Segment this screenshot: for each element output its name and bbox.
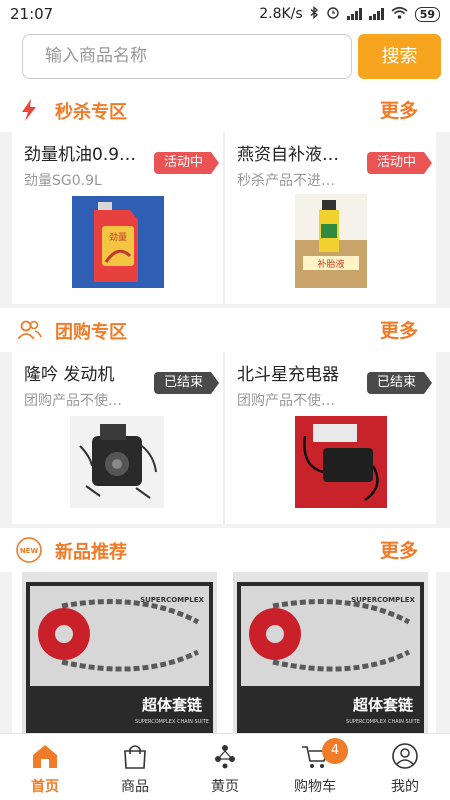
box-subtitle: SUPERCOMPLEX CHAIN SUITE <box>346 719 420 725</box>
product-image-chain-kit: SUPERCOMPLEX 超体套链 SUPERCOMPLEX CHAIN SUI… <box>22 572 217 736</box>
box-subtitle: SUPERCOMPLEX CHAIN SUITE <box>135 719 209 725</box>
tab-cart[interactable]: 4 购物车 <box>270 734 360 800</box>
tab-home[interactable]: 首页 <box>0 734 90 800</box>
product-subtitle: 劲量SG0.9L <box>24 173 102 189</box>
search-input[interactable]: 输入商品名称 <box>22 34 352 79</box>
user-icon <box>392 743 418 769</box>
network-icon <box>215 745 235 769</box>
alarm-icon <box>326 5 340 23</box>
product-subtitle: 秒杀产品不进… <box>237 173 335 189</box>
lightning-icon <box>22 99 36 121</box>
tab-label: 首页 <box>31 779 59 795</box>
tab-products[interactable]: 商品 <box>90 734 180 800</box>
brand-text: SUPERCOMPLEX <box>140 596 204 604</box>
signal-icon <box>346 8 362 20</box>
product-name: 燕资自补液… <box>237 145 339 165</box>
product-name: 北斗星充电器 <box>237 365 339 385</box>
status-badge: 活动中 <box>366 152 433 174</box>
network-speed: 2.8K/s <box>259 6 303 22</box>
flash-sale-header: 秒杀专区 更多 <box>0 88 450 132</box>
product-image-chain-kit: SUPERCOMPLEX 超体套链 SUPERCOMPLEX CHAIN SUI… <box>233 572 428 736</box>
group-icon <box>17 320 42 340</box>
tab-label: 黄页 <box>211 779 239 795</box>
new-product-card[interactable]: SUPERCOMPLEX 超体套链 SUPERCOMPLEX CHAIN SUI… <box>22 572 217 736</box>
wifi-icon <box>391 6 408 23</box>
flash-sale-card[interactable]: 燕资自补液… 秒杀产品不进… 活动中 补胎液 <box>225 132 436 304</box>
box-title: 超体套链 <box>141 696 203 714</box>
new-products-panel: SUPERCOMPLEX 超体套链 SUPERCOMPLEX CHAIN SUI… <box>12 572 436 736</box>
cart-count-badge: 4 <box>322 738 348 764</box>
status-icons: 2.8K/s 59 <box>259 5 440 23</box>
signal-icon-2 <box>368 8 384 20</box>
group-buy-panel: 隆吟 发动机 团购产品不使… 已结束 北斗星充电器 团购产品不使… 已结束 <box>12 352 436 524</box>
brand-text: SUPERCOMPLEX <box>351 596 415 604</box>
status-badge: 已结束 <box>366 372 433 394</box>
new-products-more-link[interactable]: 更多 <box>380 536 418 563</box>
carton-label: 补胎液 <box>317 258 344 270</box>
flash-sale-card[interactable]: 劲量机油0.9… 劲量SG0.9L 活动中 劲量 <box>12 132 223 304</box>
status-badge: 活动中 <box>153 152 220 174</box>
flash-sale-more-link[interactable]: 更多 <box>380 96 418 123</box>
bluetooth-icon <box>310 5 319 23</box>
product-subtitle: 团购产品不使… <box>24 393 122 409</box>
section-title: 秒杀专区 <box>55 102 127 123</box>
box-title: 超体套链 <box>352 696 414 714</box>
product-image-charger <box>295 416 387 508</box>
product-image-oil: 劲量 <box>72 196 164 288</box>
new-product-card[interactable]: SUPERCOMPLEX 超体套链 SUPERCOMPLEX CHAIN SUI… <box>233 572 428 736</box>
group-buy-header: 团购专区 更多 <box>0 308 450 352</box>
tab-yellow-pages[interactable]: 黄页 <box>180 734 270 800</box>
search-button[interactable]: 搜索 <box>358 34 441 79</box>
bottom-tab-bar: 首页 商品 黄页 4 购物车 我的 <box>0 733 450 800</box>
product-name: 劲量机油0.9… <box>24 145 137 165</box>
status-badge: 已结束 <box>153 372 220 394</box>
tab-label: 商品 <box>121 779 149 795</box>
tab-label: 购物车 <box>294 779 336 795</box>
oil-label: 劲量 <box>109 231 127 243</box>
section-title: 团购专区 <box>55 322 127 343</box>
status-bar: 21:07 2.8K/s 59 <box>0 0 450 28</box>
product-image-sealant: 补胎液 <box>295 194 367 288</box>
product-image-engine <box>70 416 164 508</box>
new-icon-text: NEW <box>20 547 39 555</box>
search-bar: 输入商品名称 搜索 <box>0 28 450 88</box>
group-buy-card[interactable]: 隆吟 发动机 团购产品不使… 已结束 <box>12 352 223 524</box>
group-buy-more-link[interactable]: 更多 <box>380 316 418 343</box>
battery-indicator: 59 <box>414 6 440 22</box>
section-title: 新品推荐 <box>55 542 127 563</box>
new-products-header: NEW 新品推荐 更多 <box>0 528 450 572</box>
home-icon <box>33 745 57 768</box>
tab-label: 我的 <box>391 779 419 795</box>
status-time: 21:07 <box>10 5 54 23</box>
tab-profile[interactable]: 我的 <box>360 734 450 800</box>
product-name: 隆吟 发动机 <box>24 365 115 385</box>
group-buy-card[interactable]: 北斗星充电器 团购产品不使… 已结束 <box>225 352 436 524</box>
bag-icon <box>124 745 146 769</box>
flash-sale-panel: 劲量机油0.9… 劲量SG0.9L 活动中 劲量 燕资自补液… 秒杀产品不进… … <box>12 132 436 304</box>
product-subtitle: 团购产品不使… <box>237 393 335 409</box>
new-badge-icon: NEW <box>16 537 42 563</box>
